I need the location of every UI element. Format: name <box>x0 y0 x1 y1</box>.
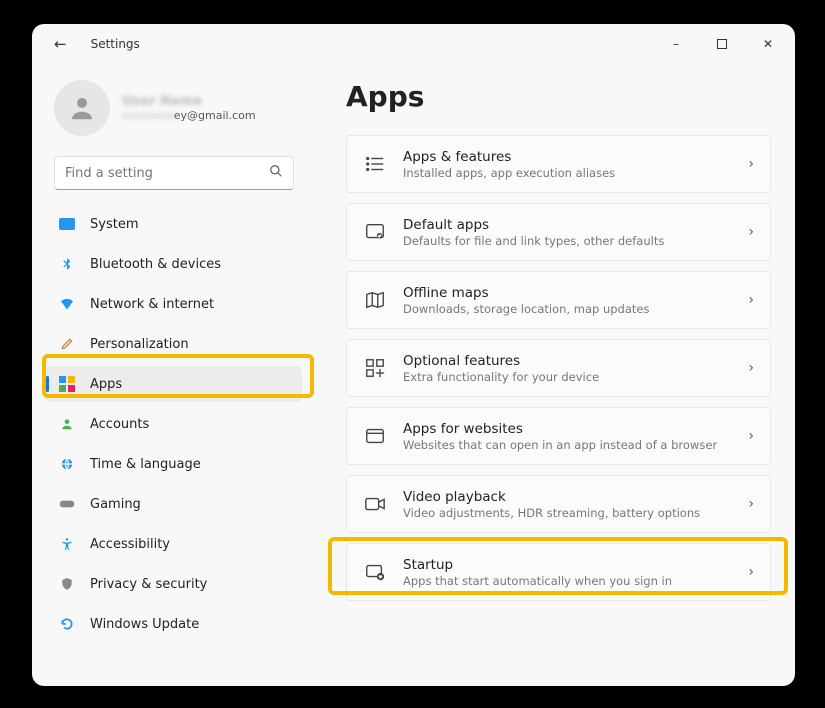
sidebar-item-windows-update[interactable]: Windows Update <box>46 606 302 642</box>
sidebar-item-label: Windows Update <box>90 617 199 632</box>
default-icon <box>363 220 387 244</box>
brush-icon <box>58 335 76 353</box>
profile[interactable]: User Name xxxxxxxxey@gmail.com <box>46 76 302 150</box>
card-subtitle: Defaults for file and link types, other … <box>403 234 732 248</box>
sidebar-item-label: Time & language <box>90 457 201 472</box>
chevron-right-icon: › <box>748 224 754 240</box>
sidebar-item-gaming[interactable]: Gaming <box>46 486 302 522</box>
sidebar-item-label: Network & internet <box>90 297 214 312</box>
card-apps-for-websites[interactable]: Apps for websites Websites that can open… <box>346 407 771 465</box>
search-box[interactable] <box>54 156 294 190</box>
chevron-right-icon: › <box>748 292 754 308</box>
card-list: Apps & features Installed apps, app exec… <box>346 135 771 601</box>
card-subtitle: Extra functionality for your device <box>403 370 732 384</box>
app-title: Settings <box>91 37 140 51</box>
sidebar-item-label: Personalization <box>90 337 189 352</box>
globe-icon <box>58 455 76 473</box>
plus-grid-icon <box>363 356 387 380</box>
accessibility-icon <box>58 535 76 553</box>
chevron-right-icon: › <box>748 360 754 376</box>
card-default-apps[interactable]: Default apps Defaults for file and link … <box>346 203 771 261</box>
sidebar-item-label: Accounts <box>90 417 149 432</box>
back-button[interactable]: ← <box>44 29 77 59</box>
shield-icon <box>58 575 76 593</box>
sidebar-item-accounts[interactable]: Accounts <box>46 406 302 442</box>
person-icon <box>67 93 97 123</box>
card-title: Offline maps <box>403 285 732 301</box>
profile-email: xxxxxxxxey@gmail.com <box>122 109 256 122</box>
chevron-right-icon: › <box>748 496 754 512</box>
map-icon <box>363 288 387 312</box>
card-optional-features[interactable]: Optional features Extra functionality fo… <box>346 339 771 397</box>
sidebar-item-label: Bluetooth & devices <box>90 257 221 272</box>
card-title: Video playback <box>403 489 732 505</box>
profile-name: User Name <box>122 94 256 109</box>
chevron-right-icon: › <box>748 428 754 444</box>
window-icon <box>363 424 387 448</box>
card-apps-features[interactable]: Apps & features Installed apps, app exec… <box>346 135 771 193</box>
main-panel: Apps Apps & features Installed apps, app… <box>316 64 795 686</box>
apps-icon <box>58 375 76 393</box>
sidebar-item-personalization[interactable]: Personalization <box>46 326 302 362</box>
card-title: Apps & features <box>403 149 732 165</box>
card-subtitle: Apps that start automatically when you s… <box>403 574 732 588</box>
sidebar-item-time-language[interactable]: Time & language <box>46 446 302 482</box>
card-subtitle: Video adjustments, HDR streaming, batter… <box>403 506 732 520</box>
page-title: Apps <box>346 80 771 113</box>
sidebar-item-apps[interactable]: Apps <box>46 366 302 402</box>
card-title: Startup <box>403 557 732 573</box>
card-title: Optional features <box>403 353 732 369</box>
startup-icon <box>363 560 387 584</box>
sidebar-item-label: Accessibility <box>90 537 170 552</box>
sidebar-item-label: Apps <box>90 377 122 392</box>
chevron-right-icon: › <box>748 564 754 580</box>
titlebar: ← Settings – ✕ <box>32 24 795 64</box>
sidebar-item-label: System <box>90 217 138 232</box>
wifi-icon <box>58 295 76 313</box>
maximize-button[interactable] <box>699 29 745 59</box>
avatar <box>54 80 110 136</box>
list-icon <box>363 152 387 176</box>
bluetooth-icon <box>58 255 76 273</box>
card-subtitle: Websites that can open in an app instead… <box>403 438 732 452</box>
search-input[interactable] <box>65 166 269 181</box>
monitor-icon <box>58 215 76 233</box>
gamepad-icon <box>58 495 76 513</box>
search-icon <box>269 164 283 182</box>
card-subtitle: Downloads, storage location, map updates <box>403 302 732 316</box>
sidebar-item-privacy[interactable]: Privacy & security <box>46 566 302 602</box>
sidebar-item-label: Gaming <box>90 497 141 512</box>
update-icon <box>58 615 76 633</box>
sidebar-item-label: Privacy & security <box>90 577 207 592</box>
sidebar-item-bluetooth[interactable]: Bluetooth & devices <box>46 246 302 282</box>
card-subtitle: Installed apps, app execution aliases <box>403 166 732 180</box>
chevron-right-icon: › <box>748 156 754 172</box>
card-title: Apps for websites <box>403 421 732 437</box>
sidebar: User Name xxxxxxxxey@gmail.com System Bl… <box>32 64 316 686</box>
minimize-button[interactable]: – <box>653 29 699 59</box>
card-title: Default apps <box>403 217 732 233</box>
person-icon <box>58 415 76 433</box>
sidebar-item-accessibility[interactable]: Accessibility <box>46 526 302 562</box>
card-startup[interactable]: Startup Apps that start automatically wh… <box>346 543 771 601</box>
sidebar-item-network[interactable]: Network & internet <box>46 286 302 322</box>
close-button[interactable]: ✕ <box>745 29 791 59</box>
sidebar-item-system[interactable]: System <box>46 206 302 242</box>
card-offline-maps[interactable]: Offline maps Downloads, storage location… <box>346 271 771 329</box>
content-area: User Name xxxxxxxxey@gmail.com System Bl… <box>32 64 795 686</box>
video-icon <box>363 492 387 516</box>
settings-window: ← Settings – ✕ User Name xxxxxxxxey@gmai… <box>32 24 795 686</box>
card-video-playback[interactable]: Video playback Video adjustments, HDR st… <box>346 475 771 533</box>
